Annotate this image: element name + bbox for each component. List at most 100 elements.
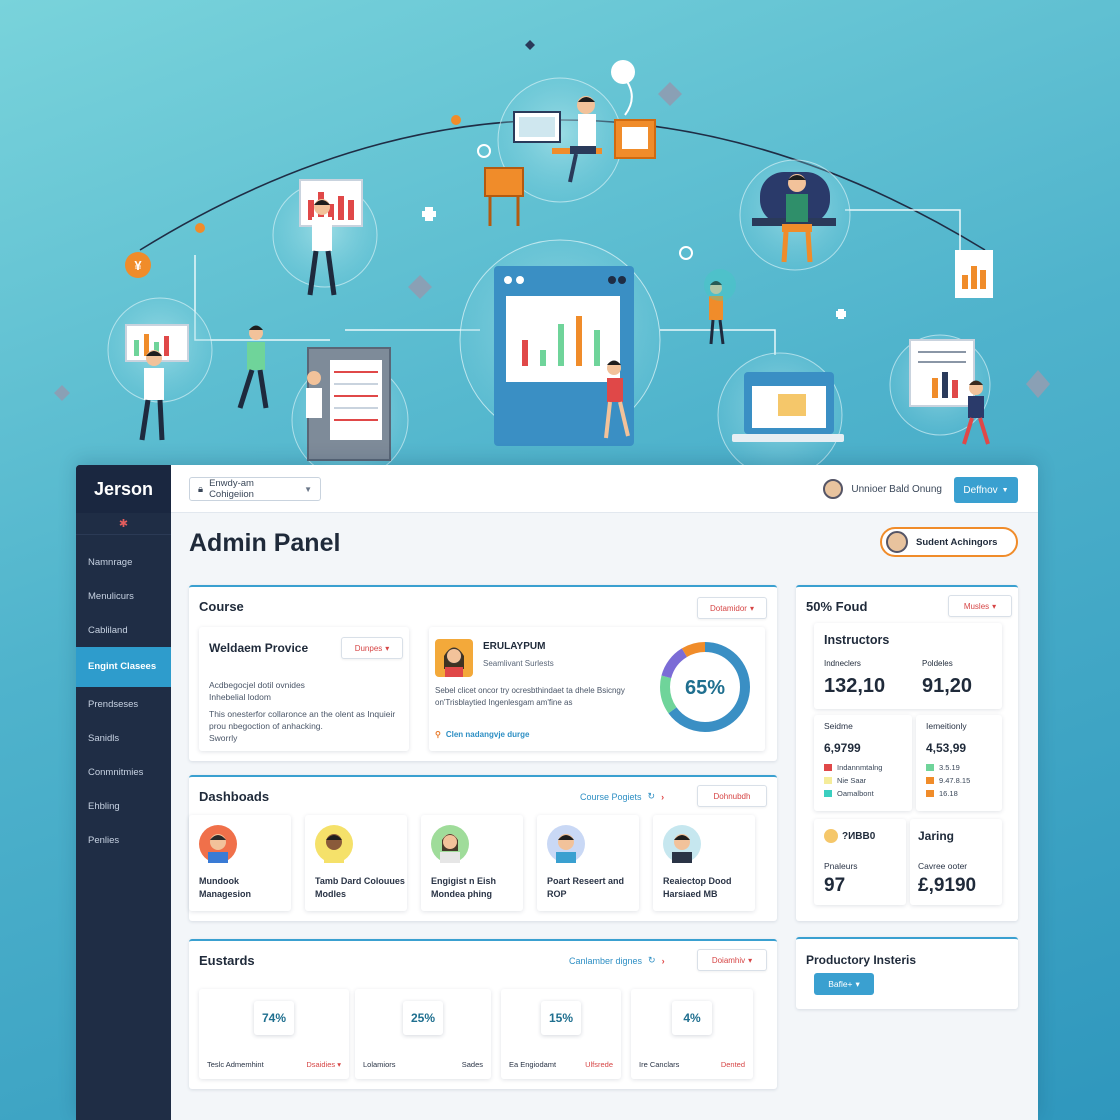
- sidebar-item-7[interactable]: Conmnitmies: [76, 755, 171, 789]
- kpi-value: £,9190: [918, 875, 977, 896]
- brand-star-icon: ✱: [76, 513, 171, 535]
- course-projects-link[interactable]: Course Pogiets ↻ ›: [580, 791, 664, 802]
- dashboard-person-label: Poart Reseert and ROP: [547, 876, 625, 899]
- legend-row: Oamalbont: [824, 789, 874, 798]
- sidebar-item-5[interactable]: Prendseses: [76, 687, 171, 721]
- kpi-label: Pnaleurs: [824, 861, 858, 871]
- stat-label: Teslc Admemhint: [207, 1060, 264, 1069]
- dashboards-action-label: Dohnubdh: [713, 791, 751, 801]
- student-achievers-button[interactable]: Sudent Achingors: [880, 527, 1018, 557]
- stat-card[interactable]: 25% Lolamiors Sades: [355, 989, 491, 1079]
- sidebar: Jerson ✱ Namnrage Menulicurs Cabliland E…: [76, 465, 171, 1120]
- sidebar-item-1[interactable]: Namnrage: [76, 545, 171, 579]
- brand-logo[interactable]: Jerson: [76, 465, 171, 513]
- featured-course-body: Sebel clicet oncor try ocresbthindaet ta…: [435, 686, 625, 707]
- stat-value: 15%: [541, 1001, 581, 1035]
- dashboard-person-card[interactable]: Reaiectop Dood Harsiaed MB: [653, 815, 755, 911]
- sidebar-item-8[interactable]: Ehbling: [76, 789, 171, 823]
- arrow-right-icon: ›: [661, 955, 665, 966]
- stat-card[interactable]: 74% Teslc Admemhint Dsaidies ▾: [199, 989, 349, 1079]
- stat-card[interactable]: 15% Ea Engiodamt Ulfsrede: [501, 989, 621, 1079]
- dashboard-person-card[interactable]: Poart Reseert and ROP: [537, 815, 639, 911]
- productory-button[interactable]: Bafle+ ▾: [814, 973, 874, 995]
- avatar: [886, 531, 908, 553]
- dashboard-person-label: Reaiectop Dood Harsiaed MB: [663, 876, 732, 899]
- dashboard-screen-icon: [494, 266, 634, 446]
- kpi-label: Cavree ooter: [918, 861, 968, 871]
- primary-action-button[interactable]: Deffnov ▼: [954, 477, 1018, 503]
- kpi-panel: ?ИBB0 Pnaleurs 97: [814, 819, 906, 905]
- stat-action[interactable]: Dented: [721, 1060, 745, 1069]
- dashboards-title: Dashboads: [199, 789, 270, 804]
- chevron-down-icon: ▾: [992, 601, 997, 611]
- kpi-panel: Jaring Cavree ooter £,9190: [910, 819, 1002, 905]
- avatar: [435, 639, 473, 677]
- legend-row: 9.47.8.15: [926, 776, 970, 785]
- course-filter-button[interactable]: Dotamidor ▾: [697, 597, 767, 619]
- province-line: This onesterfor collaronce an the olent …: [209, 708, 396, 731]
- context-dropdown[interactable]: 🔒︎ Enwdy-am Cohigeiion ▼: [189, 477, 321, 501]
- stat-action[interactable]: Dsaidies ▾: [306, 1060, 341, 1069]
- user-name: Unnioer Bald Onung: [851, 483, 942, 495]
- kpi-label: Poldeles: [922, 659, 953, 668]
- featured-course-link[interactable]: ⚲ Clen nadangvje durge: [435, 730, 529, 739]
- dashboard-person-card[interactable]: Tamb Dard Colouues Modles: [305, 815, 407, 911]
- dashboard-person-label: Tamb Dard Colouues Modles: [315, 876, 405, 899]
- eustards-dropdown[interactable]: Doiamhiv ▾: [697, 949, 767, 971]
- featured-course-title: ERULAYPUM: [483, 641, 546, 652]
- course-projects-label: Course Pogiets: [580, 791, 642, 802]
- province-title: Weldaem Provice: [209, 641, 309, 655]
- summary-title: 50% Foud: [806, 599, 868, 614]
- balloon-icon: [611, 60, 635, 84]
- user-menu[interactable]: Unnioer Bald Onung: [823, 479, 942, 499]
- summary-dropdown-label: Musles: [963, 601, 990, 611]
- province-line: Acdbegocjel dotil ovnides: [209, 680, 305, 690]
- eustards-link[interactable]: Canlamber dignes ↻ ›: [569, 955, 665, 966]
- admin-app-window: Jerson ✱ Namnrage Menulicurs Cabliland E…: [76, 465, 1038, 1120]
- province-dropdown[interactable]: Dunpes ▾: [341, 637, 403, 659]
- dashboard-person-label: Engigist n Eish Mondea phing: [431, 876, 497, 899]
- chevron-down-icon: ▾: [385, 643, 390, 653]
- top-bar: 🔒︎ Enwdy-am Cohigeiion ▼ Unnioer Bald On…: [171, 465, 1038, 513]
- kpi-panel: Iemeitionly 4,53,99 3.5.19 9.47.8.15 16.…: [916, 715, 1002, 811]
- student-achievers-label: Sudent Achingors: [916, 536, 998, 548]
- chevron-down-icon: ▾: [855, 978, 860, 989]
- stat-card[interactable]: 4% Ire Canclars Dented: [631, 989, 753, 1079]
- kpi-value: 97: [824, 875, 846, 896]
- province-line: Sworrly: [209, 733, 238, 744]
- legend-row: 3.5.19: [926, 763, 960, 772]
- eustards-dropdown-label: Doiamhiv: [711, 955, 746, 965]
- dashboard-person-label: Mundook Managesion: [199, 876, 252, 899]
- sidebar-item-6[interactable]: Sanidls: [76, 721, 171, 755]
- dashboards-action-button[interactable]: Dohnubdh: [697, 785, 767, 807]
- dashboard-person-card[interactable]: Engigist n Eish Mondea phing: [421, 815, 523, 911]
- stat-value: 25%: [403, 1001, 443, 1035]
- arrow-right-icon: ›: [661, 791, 665, 802]
- kpi-panel: Seidme 6,9799 Indannmtalng Nie Saar Oama…: [814, 715, 912, 811]
- kpi-badge: ?ИBB0: [824, 829, 875, 843]
- sidebar-item-3[interactable]: Cabliland: [76, 613, 171, 647]
- summary-dropdown[interactable]: Musles ▾: [948, 595, 1012, 617]
- province-panel: Weldaem Provice Dunpes ▾ Acdbegocjel doti…: [199, 627, 409, 751]
- avatar: [663, 825, 701, 863]
- kpi-value: 132,10: [824, 675, 886, 697]
- instructors-panel: Instructors Indneclers 132,10 Poldeles 9…: [814, 623, 1002, 709]
- province-dropdown-label: Dunpes: [354, 643, 383, 653]
- legend-row: Nie Saar: [824, 776, 866, 785]
- dashboard-person-card[interactable]: Mundook Managesion: [189, 815, 291, 911]
- stat-label: Ea Engiodamt: [509, 1060, 557, 1069]
- sidebar-item-9[interactable]: Penlies: [76, 823, 171, 857]
- featured-course-panel: ERULAYPUM Seamlivant Surlests Sebel clic…: [429, 627, 765, 751]
- stat-action[interactable]: Sades: [462, 1060, 483, 1069]
- chevron-down-icon: ▾: [749, 603, 754, 613]
- sidebar-item-2[interactable]: Menulicurs: [76, 579, 171, 613]
- context-dropdown-label: Enwdy-am Cohigeiion: [209, 478, 254, 500]
- stat-label: Ire Canclars: [639, 1060, 680, 1069]
- kpi-value: 91,20: [922, 675, 973, 697]
- course-filter-label: Dotamidor: [710, 603, 747, 613]
- course-card: Course Dotamidor ▾ Weldaem Provice Dunpes…: [189, 585, 777, 761]
- avatar: [824, 829, 838, 843]
- primary-action-label: Deffnov: [963, 484, 998, 496]
- stat-action[interactable]: Ulfsrede: [585, 1060, 613, 1069]
- sidebar-item-active[interactable]: Engint Clasees: [76, 647, 171, 687]
